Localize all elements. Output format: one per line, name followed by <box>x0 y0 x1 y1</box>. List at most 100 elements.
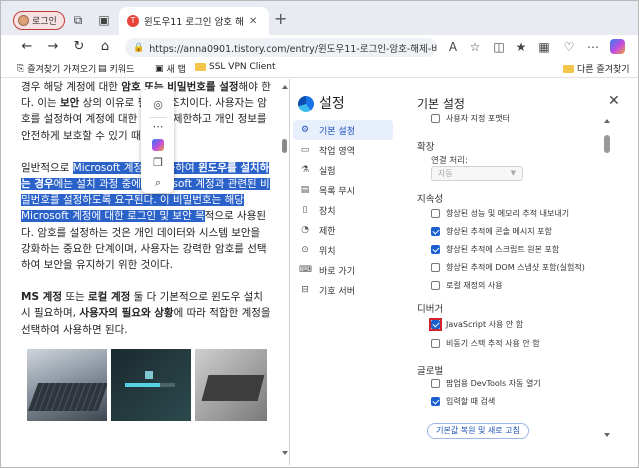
scroll-up-arrow-icon[interactable] <box>282 85 288 89</box>
sidebar-item-label: 기호 서버 <box>319 286 355 297</box>
sidebar-item-label: 목록 무시 <box>319 186 355 197</box>
checkbox[interactable] <box>431 281 440 290</box>
close-tab-icon[interactable]: ✕ <box>249 16 257 27</box>
settings-scroll-down-arrow-icon[interactable] <box>604 433 610 437</box>
sidebar-item-label: 기본 설정 <box>319 126 355 137</box>
tab-actions-icon[interactable]: ▣ <box>97 13 111 27</box>
home-button[interactable]: ⌂ <box>97 39 113 55</box>
bookmark-vpn[interactable]: SSL VPN Client <box>195 62 276 72</box>
forward-button[interactable]: → <box>45 39 61 55</box>
new-tab-button[interactable]: + <box>274 11 287 27</box>
section-title: 기본 설정 <box>417 97 465 111</box>
address-bar[interactable]: 🔒 https://anna0901.tistory.com/entry/윈도우… <box>125 38 437 57</box>
debugger-heading: 디버거 <box>417 304 444 315</box>
option-label: 사용자 지정 포맷터 <box>446 114 510 123</box>
address-url: https://anna0901.tistory.com/entry/윈도우11… <box>149 43 437 55</box>
settings-option[interactable]: 향상된 성능 및 메모리 추적 내보내기 <box>431 208 569 219</box>
tab-active[interactable]: T 윈도우11 로그인 암호 해제 - 비밀 ✕ <box>119 7 269 35</box>
back-button[interactable]: ← <box>19 39 35 55</box>
visibility-icon[interactable]: ◎ <box>150 97 166 113</box>
copilot-icon[interactable] <box>610 39 625 54</box>
settings-option[interactable]: 로컬 재정의 사용 <box>431 280 503 291</box>
sidebar-item-label: 실험 <box>319 166 336 177</box>
windows-logo-icon <box>145 371 153 379</box>
checkbox[interactable] <box>431 339 440 348</box>
flask-icon: ⚗ <box>300 165 310 175</box>
chevron-down-icon: ▼ <box>510 169 516 177</box>
settings-option[interactable]: 향상된 추적에 스크립트 원본 포함 <box>431 244 559 255</box>
favorite-star-icon[interactable]: ☆ <box>467 39 483 55</box>
sidebar-item[interactable]: ⊙ 위치 <box>293 240 393 260</box>
settings-option[interactable]: 향상된 추적에 DOM 스냅샷 포함(실험적) <box>431 262 585 273</box>
copy-icon[interactable]: ❐ <box>150 155 166 171</box>
close-icon[interactable]: ✕ <box>608 93 620 109</box>
sidebar-item[interactable]: ⚗ 실험 <box>293 160 393 180</box>
sidebar-item[interactable]: ▤ 목록 무시 <box>293 180 393 200</box>
bookmark-vpn-label: SSL VPN Client <box>209 62 276 72</box>
text-bold: 사용자의 필요와 상황 <box>79 307 174 320</box>
laptop-photo <box>195 349 267 421</box>
bookmarks-bar <box>1 59 638 78</box>
refresh-button[interactable]: ↻ <box>71 39 87 55</box>
bookmark-new-tab[interactable]: ▣ 새 탭 <box>155 62 186 76</box>
preferences-list: 사용자 지정 포맷터 확장 연결 처리: 자동 ▼ 지속성 향상된 성능 및 메… <box>417 111 603 459</box>
progress-fill <box>125 383 160 387</box>
checkbox[interactable] <box>431 397 440 406</box>
checkbox[interactable] <box>431 114 440 123</box>
workspaces-icon[interactable]: ⧉ <box>71 13 85 27</box>
settings-option[interactable]: 입력할 때 검색 <box>431 396 495 407</box>
restore-defaults-button[interactable]: 기본값 복원 및 새로 고침 <box>427 423 529 439</box>
sidebar-item-label: 작업 영역 <box>319 146 355 157</box>
settings-option[interactable]: 향상된 추적에 콘솔 메시지 포함 <box>431 226 552 237</box>
sidebar-item[interactable]: ◔ 제한 <box>293 220 393 240</box>
collections-icon[interactable]: ▦ <box>536 39 552 55</box>
link-handling-select[interactable]: 자동 ▼ <box>431 166 523 181</box>
custom-formatter-option[interactable]: 사용자 지정 포맷터 <box>431 113 510 124</box>
more-menu-icon[interactable]: ⋯ <box>585 39 601 55</box>
checkbox[interactable] <box>431 245 440 254</box>
profile-button[interactable]: 로그인 <box>13 11 65 30</box>
checkbox[interactable] <box>431 263 440 272</box>
focus-ring <box>429 318 442 331</box>
text-run: 또는 <box>62 291 88 304</box>
settings-option[interactable]: JavaScript 사용 안 함 <box>429 318 523 331</box>
settings-option[interactable]: 비동기 스택 추적 사용 안 함 <box>431 338 540 349</box>
option-label: 향상된 추적에 스크립트 원본 포함 <box>446 245 560 254</box>
browser-essentials-icon[interactable]: ♡ <box>561 39 577 55</box>
checkbox[interactable] <box>431 209 440 218</box>
location-icon: ⊙ <box>301 245 309 255</box>
more-options-icon[interactable]: ⋯ <box>150 119 166 135</box>
read-aloud-icon[interactable]: A <box>445 39 461 55</box>
bookmark-other-favorites[interactable]: 다른 즐겨찾기 <box>563 62 630 75</box>
settings-scroll-up-arrow-icon[interactable] <box>604 119 610 123</box>
copilot-icon[interactable] <box>152 139 164 151</box>
symbol-server-icon: ⊟ <box>301 285 309 295</box>
bookmark-keyword[interactable]: ▤ 키워드 <box>98 62 134 76</box>
article-paragraph-3: MS 계정 또는 로컬 계정 둘 다 기본적으로 윈도우 설치 시 필요하며, … <box>21 289 273 338</box>
favorites-icon[interactable]: ★ <box>513 39 529 55</box>
page-scrollbar-thumb[interactable] <box>282 139 287 153</box>
sidebar-item[interactable]: ⊟ 기호 서버 <box>293 280 393 300</box>
scroll-down-arrow-icon[interactable] <box>282 451 288 455</box>
checkbox[interactable] <box>429 318 442 331</box>
split-screen-icon[interactable]: ◫ <box>491 39 507 55</box>
settings-scrollbar-thumb[interactable] <box>604 135 610 153</box>
option-label: 팝업용 DevTools 자동 열기 <box>446 379 541 388</box>
windows-loading-image <box>111 349 191 421</box>
lock-icon[interactable]: 🔒 <box>133 43 144 53</box>
search-icon[interactable]: ⌕ <box>150 175 166 191</box>
sidebar-item-label: 장치 <box>319 206 336 217</box>
avatar <box>18 15 29 26</box>
checkbox[interactable] <box>431 227 440 236</box>
bookmark-import[interactable]: ⎘ 즐겨찾기 가져오기 <box>17 62 97 76</box>
text-bold: MS 계정 <box>21 291 62 304</box>
sidebar-item[interactable]: ⚙ 기본 설정 <box>293 120 393 140</box>
settings-option[interactable]: 팝업용 DevTools 자동 열기 <box>431 378 541 389</box>
bookmark-import-label: 즐겨찾기 가져오기 <box>27 65 97 75</box>
sidebar-item[interactable]: ⌨ 바로 가기 <box>293 260 393 280</box>
checkbox[interactable] <box>431 379 440 388</box>
sidebar-item-label: 위치 <box>319 246 336 257</box>
option-label: 향상된 추적에 DOM 스냅샷 포함(실험적) <box>446 263 585 272</box>
sidebar-item[interactable]: ▯ 장치 <box>293 200 393 220</box>
sidebar-item[interactable]: ▭ 작업 영역 <box>293 140 393 160</box>
